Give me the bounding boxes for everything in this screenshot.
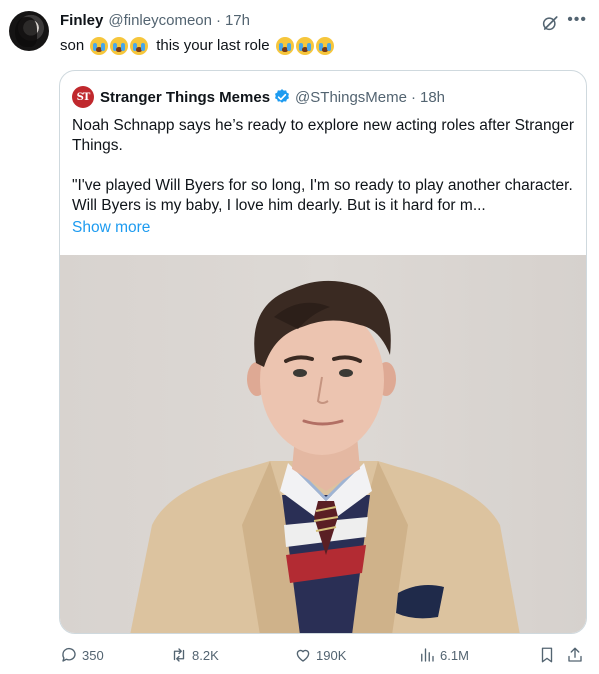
avatar-hair	[15, 17, 37, 47]
repost-count: 8.2K	[192, 647, 219, 663]
tweet-text-prefix: son	[60, 37, 85, 54]
grok-icon[interactable]	[541, 14, 559, 32]
repost-button[interactable]: 8.2K	[170, 646, 219, 664]
tweet-text: son this your last role	[60, 36, 336, 56]
separator-dot: ·	[410, 88, 416, 106]
repost-icon	[173, 648, 185, 662]
portrait-illustration	[130, 280, 520, 633]
quoted-paragraph-2: "I've played Will Byers for so long, I'm…	[72, 177, 573, 214]
tweet-header: Finley @finleycomeon · 17h	[60, 12, 250, 29]
tweet-actions: 350 8.2K 190K 6.1M	[60, 646, 590, 670]
quoted-paragraph-1: Noah Schnapp says he’s ready to explore …	[72, 117, 575, 154]
heart-icon	[296, 649, 310, 662]
verified-badge-icon	[275, 89, 290, 103]
more-options-icon[interactable]: •••	[567, 11, 587, 29]
loudly-crying-face-icon	[275, 37, 294, 55]
show-more-link[interactable]: Show more	[72, 219, 150, 237]
bookmark-icon	[541, 647, 553, 663]
bookmark-button[interactable]	[538, 646, 560, 664]
views-chart-icon	[421, 648, 434, 662]
quoted-timestamp[interactable]: 18h	[420, 89, 445, 106]
quoted-author-handle[interactable]: @SThingsMeme	[295, 89, 407, 106]
reply-button[interactable]: 350	[60, 646, 104, 664]
author-handle[interactable]: @finleycomeon	[108, 12, 212, 29]
share-button[interactable]	[566, 646, 588, 664]
view-count: 6.1M	[440, 647, 469, 663]
separator-dot: ·	[215, 12, 221, 29]
quoted-tweet-photo[interactable]	[60, 255, 586, 633]
loudly-crying-face-icon	[90, 37, 109, 55]
tweet-text-middle: this your last role	[156, 37, 270, 54]
quoted-avatar[interactable]: ST	[72, 86, 94, 108]
reply-icon	[62, 647, 76, 662]
loudly-crying-face-icon	[110, 37, 129, 55]
quoted-tweet-header: ST Stranger Things Memes @SThingsMeme · …	[72, 86, 445, 108]
quoted-author-name[interactable]: Stranger Things Memes	[100, 89, 270, 106]
timestamp[interactable]: 17h	[225, 12, 250, 29]
like-count: 190K	[316, 647, 347, 663]
loudly-crying-face-icon	[295, 37, 314, 55]
avatar[interactable]	[9, 11, 49, 51]
like-button[interactable]: 190K	[294, 646, 346, 664]
share-icon	[568, 647, 582, 662]
loudly-crying-face-icon	[315, 37, 334, 55]
quoted-tweet[interactable]: ST Stranger Things Memes @SThingsMeme · …	[59, 70, 587, 634]
quoted-tweet-text: Noah Schnapp says he’s ready to explore …	[72, 116, 577, 216]
views-button[interactable]: 6.1M	[418, 646, 469, 664]
reply-count: 350	[82, 647, 104, 663]
loudly-crying-face-icon	[130, 37, 149, 55]
author-name[interactable]: Finley	[60, 12, 103, 29]
